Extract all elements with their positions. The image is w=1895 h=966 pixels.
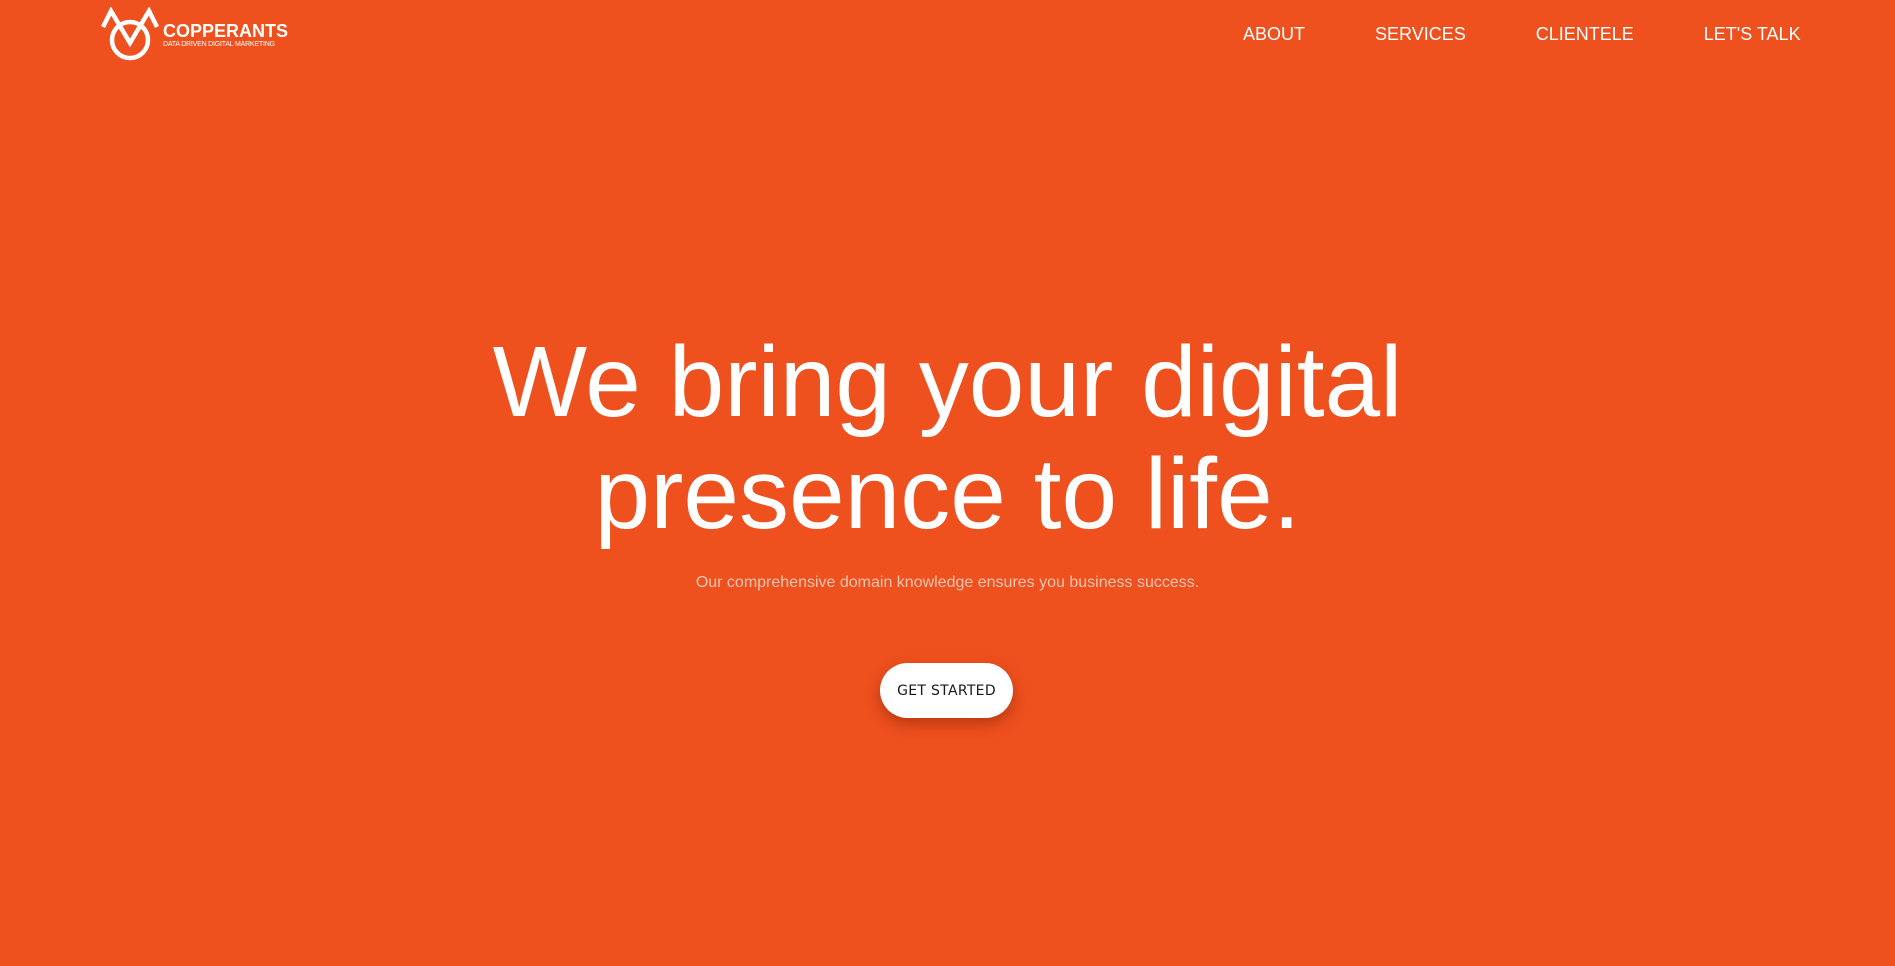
- hero-title: We bring your digital presence to life.: [0, 326, 1895, 550]
- hero-title-line-2: presence to life.: [594, 438, 1301, 550]
- hero-subtitle: Our comprehensive domain knowledge ensur…: [695, 574, 1200, 591]
- brand-name: COPPERANTS: [163, 20, 289, 41]
- logo-text: COPPERANTS DATA DRIVEN DIGITAL MARKETING: [163, 20, 289, 49]
- nav-item-clientele[interactable]: CLIENTELE: [1536, 24, 1634, 45]
- nav-item-about[interactable]: ABOUT: [1243, 24, 1305, 45]
- site-header: COPPERANTS DATA DRIVEN DIGITAL MARKETING…: [0, 0, 1895, 70]
- main-nav: ABOUT SERVICES CLIENTELE LET'S TALK: [1243, 24, 1801, 45]
- brand-tagline: DATA DRIVEN DIGITAL MARKETING: [163, 40, 275, 48]
- hero-title-line-1: We bring your digital: [492, 326, 1403, 438]
- get-started-button[interactable]: GET STARTED: [880, 663, 1013, 718]
- copperants-logo-icon: [100, 7, 160, 61]
- logo-link[interactable]: COPPERANTS DATA DRIVEN DIGITAL MARKETING: [100, 7, 288, 63]
- nav-item-services[interactable]: SERVICES: [1375, 24, 1466, 45]
- nav-item-lets-talk[interactable]: LET'S TALK: [1704, 24, 1801, 45]
